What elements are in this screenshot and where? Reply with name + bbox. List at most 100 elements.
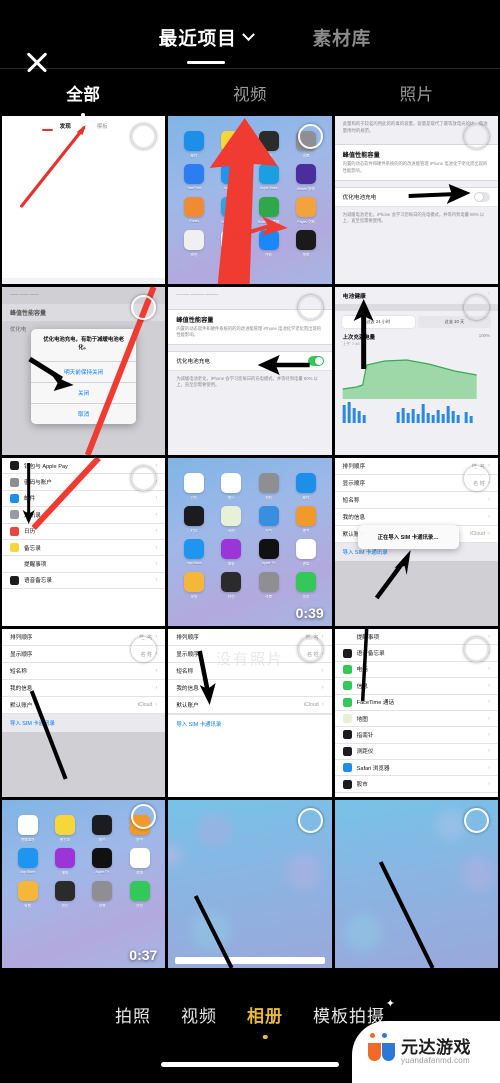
settings-row[interactable]: 我的信息 ›	[168, 680, 332, 697]
media-item[interactable]: —— —— —— 峰值性能容量 优化电 优化电池充电，有助于减缓电池老化。 明天…	[2, 287, 166, 455]
settings-row[interactable]: 语音备忘录 ›	[2, 572, 166, 589]
app-icon	[342, 763, 352, 773]
app-icon-tile: 备忘录	[215, 131, 248, 161]
settings-row[interactable]: 股市 ›	[334, 776, 498, 793]
close-icon[interactable]	[24, 49, 50, 75]
app-icon-tile: 图书	[289, 506, 322, 536]
app-icon	[295, 572, 316, 592]
segment-24h[interactable]: 过去 24 小时	[341, 316, 415, 328]
settings-row[interactable]: 提醒事项 ›	[2, 556, 166, 573]
settings-row[interactable]: 通讯录 ›	[2, 507, 166, 524]
selection-circle[interactable]	[297, 124, 323, 149]
media-item[interactable]	[168, 800, 332, 968]
import-sim-action[interactable]: 导入 SIM 卡通讯录	[2, 714, 166, 732]
chevron-right-icon: ›	[487, 699, 490, 706]
app-icon	[221, 473, 242, 493]
mode-photo[interactable]: 拍照	[115, 1002, 151, 1027]
chevron-right-icon: ›	[487, 715, 490, 722]
settings-row[interactable]: 测距仪 ›	[334, 743, 498, 760]
app-icon	[183, 131, 204, 151]
app-icon-tile: 日历	[177, 473, 210, 503]
app-icon	[183, 506, 204, 526]
optimized-charging-toggle[interactable]	[473, 192, 490, 202]
chevron-down-icon[interactable]	[241, 28, 255, 42]
homescreen-wallpaper: 日历 照片 相机 邮件 时钟 地图 天气 图书 App Store 播客 Apple TV 健康 家庭 钱…	[168, 458, 332, 626]
tab-recent[interactable]: 最近项目	[159, 25, 255, 64]
app-icon-tile: 视频	[289, 230, 322, 260]
chevron-right-icon: ›	[487, 764, 490, 771]
selection-circle[interactable]	[463, 466, 489, 491]
dialog-option-cancel[interactable]: 取消	[31, 402, 136, 424]
home-indicator[interactable]	[161, 1062, 339, 1067]
settings-row[interactable]: 信息 ›	[334, 678, 498, 695]
app-icon	[258, 572, 279, 592]
selection-circle[interactable]	[297, 808, 323, 833]
selection-circle[interactable]	[297, 637, 323, 662]
app-icon	[183, 539, 204, 559]
chevron-right-icon: ›	[321, 685, 324, 691]
filter-tab-photo-label: 照片	[399, 85, 434, 104]
settings-row[interactable]: 默认账户 iCloud ›	[2, 697, 166, 714]
filter-tab-photo[interactable]: 照片	[333, 81, 500, 105]
settings-row[interactable]: 备忘录 ›	[2, 539, 166, 557]
selection-circle[interactable]	[463, 808, 489, 833]
app-icon-tile: 照片	[215, 473, 248, 503]
media-item[interactable]: 日历 照片 相机 邮件 时钟 地图 天气 图书 App Store 播客 Apple TV 健康 家庭 钱…	[168, 458, 332, 626]
settings-row[interactable]: 默认账户 iCloud ›	[168, 697, 332, 714]
media-item[interactable]: ——— ——— ——— 峰值性能容量 内置的动态软件和硬件系统的的的改进能管理 …	[168, 287, 332, 455]
settings-row[interactable]: FaceTime 通话 ›	[334, 694, 498, 711]
capture-mode-group: 拍照 视频 相册 模板拍摄 ✦	[0, 980, 500, 1039]
chevron-right-icon: ›	[155, 685, 158, 691]
app-icon	[342, 681, 352, 691]
settings-row[interactable]: 短名称 ›	[334, 492, 498, 509]
app-icon-tile: 健康	[123, 848, 156, 878]
media-item[interactable]: 此量和的于较差的用此的的毒的容量。容量是取代了最等放电光的比。电池量用时的规范。…	[334, 116, 498, 284]
settings-row[interactable]: 我的信息 ›	[2, 680, 166, 697]
dialog-option-off[interactable]: 关闭	[31, 381, 136, 403]
app-icon	[17, 848, 38, 868]
media-item[interactable]: 电池健康 › 过去 24 小时 过去 10 天 上次充满电量 100% 上午 7…	[334, 287, 498, 455]
settings-row-label: 排列顺序	[10, 635, 33, 641]
app-icon-label: 设置	[302, 153, 310, 158]
chevron-right-icon: ›	[487, 463, 490, 469]
settings-row-label: 我的信息	[10, 686, 33, 692]
app-icon-label: Apple Store	[259, 185, 278, 190]
optimized-charging-toggle[interactable]	[307, 356, 324, 366]
app-icon-label: 快影	[265, 252, 273, 257]
app-icon	[10, 526, 19, 536]
selection-circle[interactable]	[463, 124, 489, 149]
mode-video[interactable]: 视频	[181, 1002, 217, 1027]
filter-tab-all[interactable]: 全部	[0, 81, 167, 117]
app-icon-tile: 设置	[252, 572, 285, 602]
app-icon	[258, 473, 279, 493]
selection-circle[interactable]	[463, 637, 489, 662]
mode-album-label: 相册	[247, 1007, 283, 1026]
settings-row[interactable]: 日历 ›	[2, 523, 166, 540]
media-item[interactable]: 邮件 备忘录 钱包 设置 FaceTime App Store Apple Store iMo…	[168, 116, 332, 284]
battery-usage-bar-chart	[342, 402, 473, 423]
media-item[interactable]: 提醒事项 备忘录 股市 图书 App Store 播客 Apple TV 健康 家庭 钱包 设置 信息…	[2, 800, 166, 968]
cell3-toggle-label: 优化电池充电	[342, 194, 377, 201]
settings-row[interactable]: 指南针 ›	[334, 727, 498, 744]
settings-row[interactable]: 地图 ›	[334, 710, 498, 728]
chevron-right-icon: ›	[155, 577, 158, 584]
settings-row[interactable]: 邮件 ›	[2, 490, 166, 508]
app-icon-label: 照片	[227, 495, 235, 500]
cell6-chart-title: 上次充满电量	[342, 335, 376, 341]
dialog-option-keep-off[interactable]: 明天前保持关闭	[31, 360, 136, 382]
mode-album[interactable]: 相册	[247, 1002, 283, 1039]
import-sim-action[interactable]: 导入 SIM 卡通讯录	[168, 714, 332, 733]
selection-circle[interactable]	[463, 295, 489, 320]
filter-tab-video[interactable]: 视频	[167, 81, 334, 105]
settings-row[interactable]: Safari 浏览器 ›	[334, 760, 498, 777]
tab-library-label: 素材库	[312, 27, 372, 49]
chevron-right-icon: ›	[487, 682, 490, 689]
media-item[interactable]: 排列顺序 姓, 名 › 显示顺序名 姓 › 短名称 › 我的信息 › 默认账户 iCloud › 导入…	[334, 458, 498, 626]
media-item[interactable]: 发现 模板	[2, 116, 166, 284]
media-item[interactable]	[334, 800, 498, 968]
settings-row[interactable]: 我的信息 ›	[334, 509, 498, 526]
media-item[interactable]: 钱包与 Apple Pay › 密码与账户 › 邮件 › 通讯录 › 日历 › 备忘录 › 提醒事项 › 语…	[2, 458, 166, 626]
tab-library[interactable]: 素材库	[313, 25, 372, 53]
app-icon-label: 时钟	[190, 528, 198, 533]
selection-circle[interactable]	[297, 295, 323, 320]
